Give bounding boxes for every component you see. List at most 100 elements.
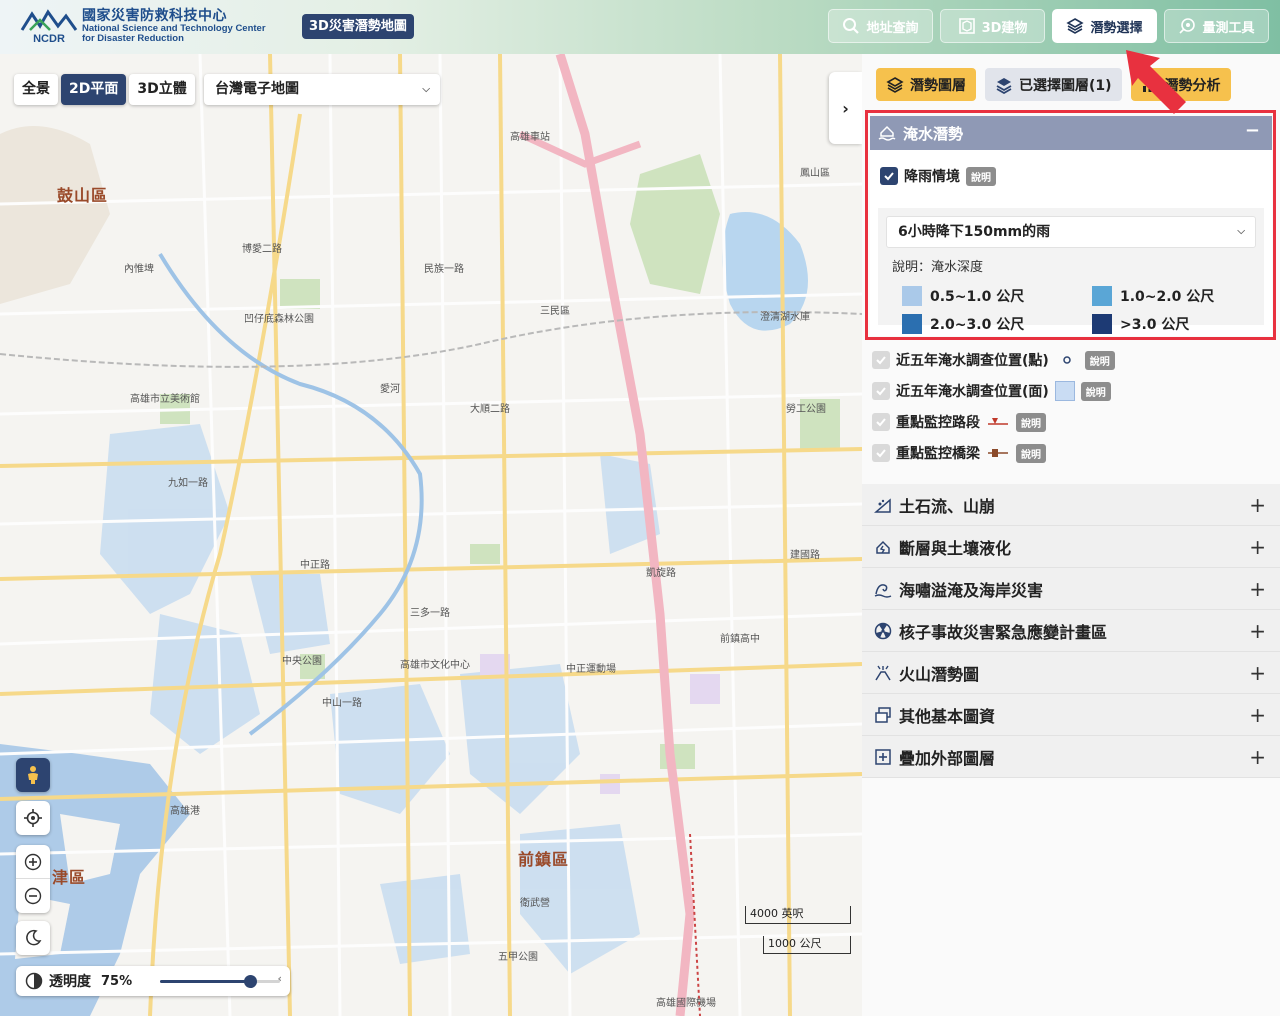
layer-label: 近五年淹水調查位置(面) [896,384,1049,400]
opacity-slider-handle[interactable] [244,975,257,988]
chevron-down-icon: ⌵ [1237,226,1245,237]
street-view-button[interactable] [16,758,50,792]
layer-label: 近五年淹水調查位置(點) [896,353,1049,369]
flood-depth-description: 說明：淹水深度 [892,260,984,275]
tab-hazard-analysis-label: 潛勢分析 [1164,77,1221,94]
add-layer-icon [875,748,891,765]
rain-scenario-select[interactable]: 6小時降下150mm的雨 ⌵ [886,216,1256,248]
locate-button[interactable] [16,801,50,835]
view-tab-panorama[interactable]: 全景 [14,74,58,105]
layer-label: 重點監控橋梁 [896,446,980,462]
category-label: 斷層與土壤液化 [899,538,1012,558]
expand-icon[interactable]: + [1249,535,1266,559]
tab-selected-layers-label: 已選擇圖層(1) [1019,77,1112,94]
expand-icon[interactable]: + [1249,661,1266,685]
analysis-icon [1142,77,1157,92]
collapse-icon[interactable]: − [1245,120,1260,141]
nav-address-search-label: 地址查詢 [866,20,919,36]
nav-address-search[interactable]: 地址查詢 [828,9,933,43]
legend-swatch [902,286,922,306]
category-external-layer[interactable]: 疊加外部圖層 + [862,736,1280,778]
category-fault-liquefaction[interactable]: 斷層與土壤液化 + [862,526,1280,568]
collapse-panel-button[interactable]: › [829,72,862,144]
rain-scenario-label: 降雨情境 [904,169,960,185]
map-label: 前鎮高中 [720,634,760,645]
opacity-slider[interactable] [160,975,280,988]
measure-icon [1179,18,1196,34]
ncdr-logo[interactable]: NCDR [20,8,78,44]
nav-3d-building[interactable]: 3D建物 [940,9,1045,43]
layer-checkbox[interactable] [872,413,890,431]
map-label: 內惟埤 [124,264,154,275]
district-label-gushan: 鼓山區 [57,186,109,205]
legend-swatch [902,314,922,334]
tab-hazard-layers[interactable]: 潛勢圖層 [876,68,976,101]
dark-mode-button[interactable] [16,921,50,955]
map-label: 博愛二路 [242,244,282,255]
expand-icon[interactable]: + [1249,619,1266,643]
expand-icon[interactable]: + [1249,577,1266,601]
layer-info-button[interactable]: 說明 [1016,443,1046,463]
tab-selected-layers[interactable]: 已選擇圖層(1) [985,68,1122,101]
layer-checkbox[interactable] [872,351,890,369]
map-label: 衛武營 [520,898,550,909]
nav-measure-tool[interactable]: 量測工具 [1164,9,1269,43]
layer-flood-survey-area: 近五年淹水調查位置(面) 說明 [872,381,1111,401]
flood-section-header[interactable]: 淹水潛勢 − [870,116,1272,150]
logo-short: NCDR [33,33,65,44]
basemap-select[interactable]: 台灣電子地圖 ⌵ [204,74,440,105]
legend-label: >3.0 公尺 [1120,317,1190,333]
basemap-select-value: 台灣電子地圖 [215,81,299,97]
nav-hazard-select[interactable]: 潛勢選擇 [1052,9,1157,43]
opacity-icon [25,972,43,990]
chevron-right-icon: › [842,98,849,118]
tab-hazard-analysis[interactable]: 潛勢分析 [1130,68,1231,101]
opacity-control: 透明度 75% ‹ [16,966,290,996]
category-tsunami[interactable]: 海嘯溢淹及海岸災害 + [862,568,1280,610]
zoom-out-button[interactable] [16,879,50,913]
legend-swatch [1092,314,1112,334]
layer-info-button[interactable]: 說明 [1016,412,1046,432]
layer-info-button[interactable]: 說明 [1084,350,1115,370]
layer-info-button[interactable]: 說明 [1080,381,1111,401]
3d-building-icon [958,18,975,34]
view-tab-2d[interactable]: 2D平面 [61,74,127,105]
fault-icon [876,540,890,554]
area-swatch-icon [1054,381,1075,401]
map-canvas[interactable]: 鼓山區 前鎮區 津區 內惟埤 凹仔底森林公園 愛河 高雄市立美術館 高雄車站 澄… [0,54,862,1016]
opacity-label: 透明度 [49,974,91,990]
category-base-map[interactable]: 其他基本圖資 + [862,694,1280,736]
category-volcano[interactable]: 火山潛勢圖 + [862,652,1280,694]
expand-icon[interactable]: + [1249,703,1266,727]
tab-hazard-layers-label: 潛勢圖層 [910,77,966,94]
logo-en-2: for Disaster Reduction [82,33,184,44]
nuclear-icon [874,622,892,639]
map-label: 愛河 [380,384,400,395]
view-tab-3d[interactable]: 3D立體 [129,74,195,105]
moon-icon [26,929,42,946]
hazard-panel: 潛勢圖層 已選擇圖層(1) 潛勢分析 淹水潛勢 − 降雨情境 說明 6小時降下1… [862,54,1280,1016]
chevron-left-icon[interactable]: ‹ [277,972,282,985]
rain-scenario-value: 6小時降下150mm的雨 [898,224,1051,240]
category-nuclear[interactable]: 核子事故災害緊急應變計畫區 + [862,610,1280,652]
flood-section: 淹水潛勢 − 降雨情境 說明 6小時降下150mm的雨 ⌵ 說明：淹水深度 0.… [870,116,1272,336]
panel-tabs: 潛勢圖層 已選擇圖層(1) 潛勢分析 [876,68,1231,101]
zoom-in-button[interactable] [16,845,50,879]
map-label: 高雄港 [170,806,200,817]
layer-checkbox[interactable] [872,382,890,400]
category-label: 土石流、山崩 [899,496,996,516]
legend-label: 1.0~2.0 公尺 [1120,289,1215,305]
map-basemap[interactable] [0,54,862,1016]
check-icon [876,418,886,427]
expand-icon[interactable]: + [1249,493,1266,517]
category-landslide[interactable]: 土石流、山崩 + [862,484,1280,526]
map-label: 建國路 [790,550,820,561]
layer-monitored-roads: 重點監控路段 說明 [872,412,1046,432]
expand-icon[interactable]: + [1249,745,1266,769]
category-label: 海嘯溢淹及海岸災害 [899,580,1044,600]
rain-scenario-checkbox[interactable] [880,167,898,185]
layer-checkbox[interactable] [872,444,890,462]
point-marker-icon [1063,356,1071,364]
rain-scenario-info-button[interactable]: 說明 [966,166,996,186]
pegman-icon [28,766,38,784]
